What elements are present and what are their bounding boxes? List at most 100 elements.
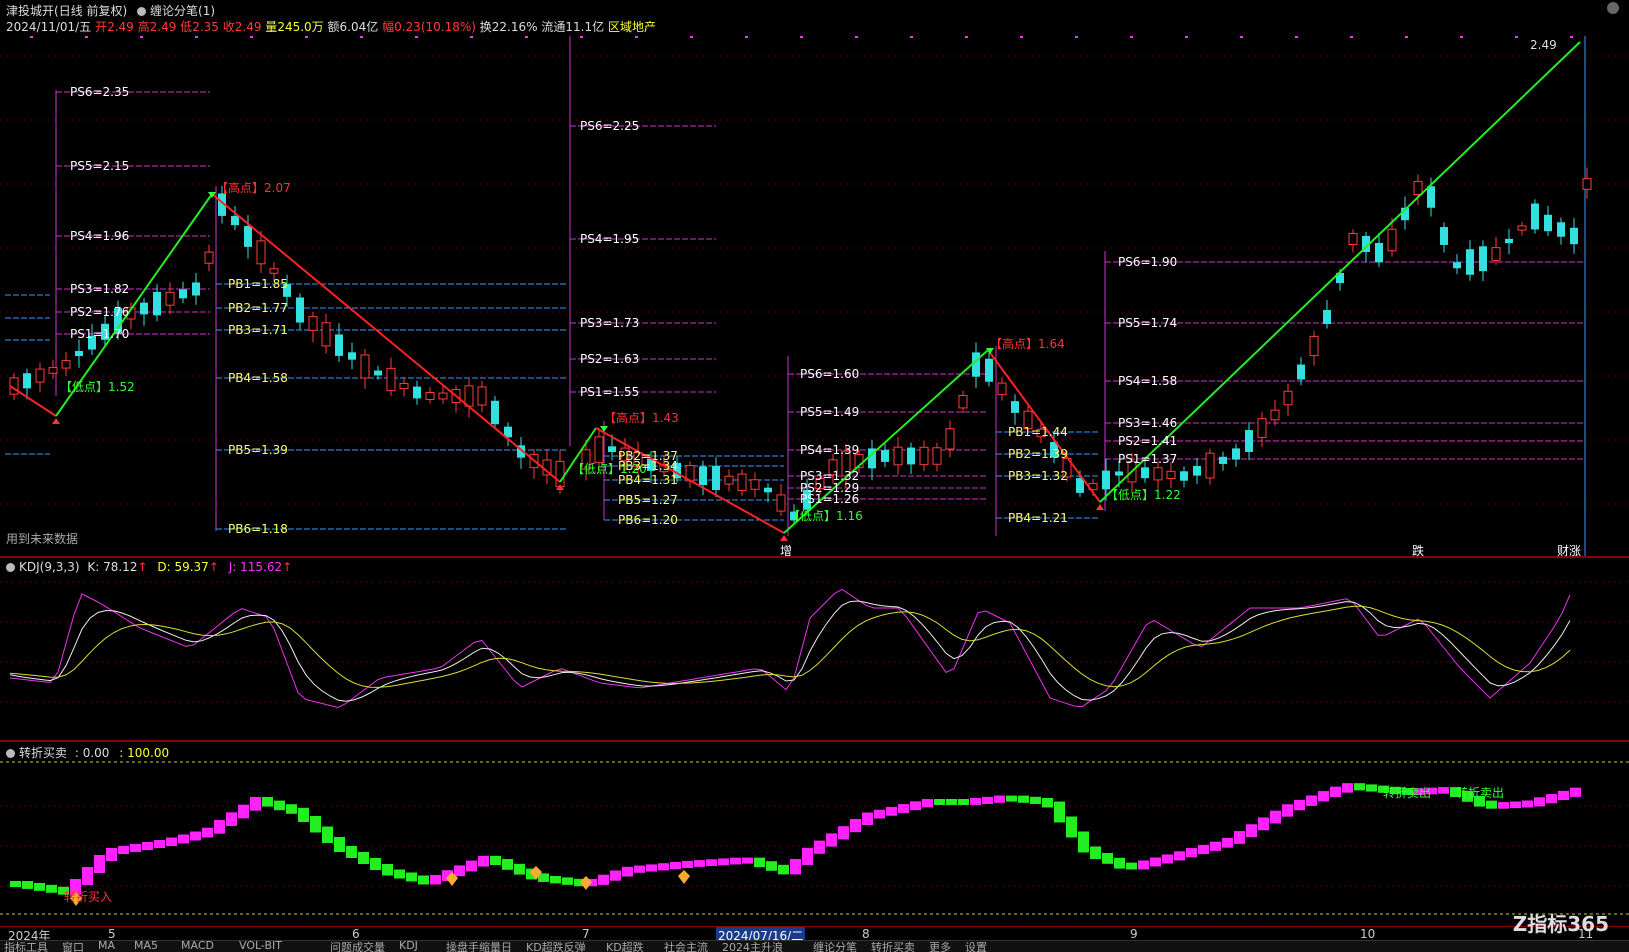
main-chart[interactable]: 【低点】1.52【高点】2.07【低点】1.20【高点】1.43【低点】1.16… (0, 36, 1629, 556)
zz-step (934, 799, 945, 805)
zz-step (94, 855, 105, 873)
stock-name[interactable]: 津投城开 (6, 4, 54, 18)
candle-body (256, 240, 266, 265)
pivot-label: 【低点】1.22 (1106, 488, 1181, 502)
candle-body (1011, 401, 1019, 413)
zz-step (370, 858, 381, 870)
top-dot-marker (30, 36, 33, 38)
tab-5[interactable]: VOL-BIT (239, 941, 282, 952)
zz-step (286, 804, 297, 814)
candle-body (1582, 178, 1592, 190)
level-label: PS6=1.90 (1118, 255, 1177, 269)
tab-2[interactable]: MA (98, 941, 115, 952)
period-label[interactable]: (日线 前复权) (54, 4, 127, 18)
zz-step (478, 855, 489, 867)
stroke-segment (9, 385, 57, 417)
tab-7[interactable]: KDJ (399, 941, 418, 952)
tab-10[interactable]: KD超跌 (606, 941, 644, 952)
level-label: PS5=1.49 (800, 405, 859, 419)
top-dot-marker (140, 36, 143, 38)
zz-step (1138, 860, 1149, 870)
top-dot-marker (1570, 36, 1573, 38)
candle-body (1570, 227, 1578, 245)
candle-body (1270, 409, 1280, 421)
tab-14[interactable]: 转折买卖 (871, 941, 915, 952)
change-label: 幅 (382, 20, 395, 34)
candle-body (1517, 225, 1527, 231)
zz-step (1558, 790, 1569, 801)
candle-body (907, 447, 915, 465)
zz-step (646, 864, 657, 872)
candle-body (1375, 242, 1383, 263)
candle-body (776, 494, 786, 512)
tab-12[interactable]: 2024主升浪 (722, 941, 783, 952)
candle-body (48, 367, 58, 374)
candle-body (1141, 467, 1149, 479)
candle-body (764, 487, 772, 493)
zz-step (130, 844, 141, 852)
tab-1[interactable]: 窗口 (62, 941, 84, 952)
close-icon[interactable] (1607, 2, 1619, 14)
level-label: PB5=1.39 (228, 443, 288, 457)
zz-step (1246, 824, 1257, 838)
kdj-chart[interactable] (0, 558, 1629, 740)
zz-step (754, 857, 765, 868)
level-label: PB5=1.27 (618, 493, 678, 507)
candle-body (932, 447, 942, 465)
candle-body (1387, 228, 1397, 252)
zz-step (418, 875, 429, 885)
candle-body (348, 352, 356, 360)
tab-15[interactable]: 更多 (929, 941, 951, 952)
level-label: PS1=1.26 (800, 492, 859, 506)
tab-9[interactable]: KD超跌反弹 (526, 941, 586, 952)
candle-body (308, 316, 318, 331)
zz-step (790, 859, 801, 875)
zz-step (490, 855, 501, 865)
candle-body (1232, 448, 1240, 460)
top-dot-marker (1020, 36, 1023, 38)
zz-step (1210, 841, 1221, 851)
indicator-name[interactable]: 缠论分笔(1) (150, 4, 215, 18)
zz-step (1534, 797, 1545, 807)
tab-6[interactable]: 问题成交量 (330, 941, 385, 952)
sector-label[interactable]: 区域地产 (608, 20, 656, 34)
zz-step (142, 842, 153, 850)
zz-step (562, 877, 573, 885)
up-arrow-icon (52, 418, 60, 424)
zz-sell-label-2: 转折卖出 (1456, 786, 1505, 800)
level-label: PS2=1.76 (70, 305, 129, 319)
axis-label-jul: 7 (582, 927, 590, 941)
candle-body (555, 460, 565, 488)
title-line: 津投城开(日线 前复权) 缠论分笔(1) (6, 2, 215, 19)
candle-body (231, 215, 239, 226)
kdj-d-line (9, 605, 1571, 688)
zz-step (1366, 784, 1377, 792)
zz-step (1258, 817, 1269, 831)
zz-step (718, 858, 729, 866)
zz-step (766, 861, 777, 871)
zz-step (1498, 802, 1509, 809)
tab-11[interactable]: 社会主流 (664, 941, 708, 952)
tab-13[interactable]: 缠论分笔 (813, 941, 857, 952)
zz-step (1114, 857, 1125, 869)
tab-16[interactable]: 设置 (965, 941, 987, 952)
top-dot-marker (470, 36, 473, 38)
zz-chart[interactable] (0, 742, 1629, 926)
zz-step (742, 857, 753, 864)
tab-4[interactable]: MACD (181, 941, 214, 952)
tab-3[interactable]: MA5 (134, 941, 158, 952)
indicator-toggle-icon[interactable] (137, 7, 147, 16)
candle-body (140, 302, 148, 315)
top-dot-marker (855, 36, 858, 38)
turnover-value: 22.16% (491, 20, 538, 34)
tab-8[interactable]: 操盘手缩量日 (446, 941, 512, 952)
level-labels: PS6=2.35 PS5=2.15 PS4=1.96 PS3=1.82 PS2=1.76… (70, 85, 1177, 536)
tab-0[interactable]: 指标工具 (4, 941, 48, 952)
level-label: PB3=1.32 (1008, 469, 1068, 483)
zz-step (1006, 795, 1017, 802)
top-dot-marker (195, 36, 198, 38)
kdj-j-line (9, 588, 1571, 709)
zz-step (982, 796, 993, 804)
level-label: PB2=1.39 (1008, 447, 1068, 461)
zz-step (1294, 799, 1305, 811)
